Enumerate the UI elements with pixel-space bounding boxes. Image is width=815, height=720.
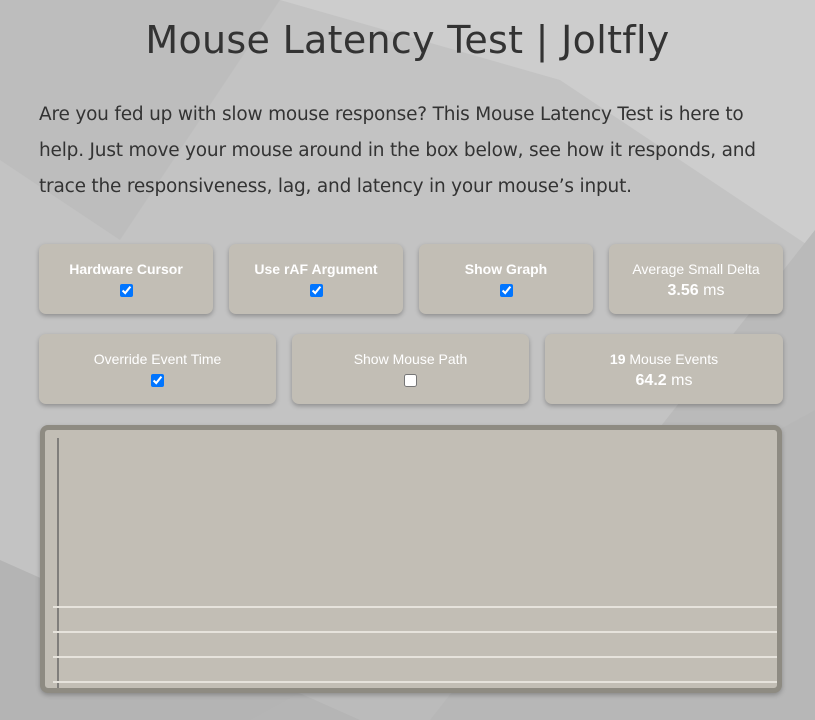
raf-argument-card[interactable]: Use rAF Argument [229,244,403,314]
average-small-delta-value: 3.56 ms [609,281,783,301]
mouse-test-area[interactable] [40,425,782,693]
show-graph-label: Show Graph [464,261,548,277]
mouse-events-text: Mouse Events [629,351,719,367]
show-graph-checkbox[interactable] [499,284,513,297]
mouse-events-card: 19 Mouse Events 64.2 ms [545,334,783,404]
average-small-delta-label: Average Small Delta [632,261,760,277]
override-event-time-checkbox[interactable] [151,374,164,387]
hardware-cursor-label: Hardware Cursor [69,261,183,277]
override-event-time-label: Override Event Time [93,351,222,367]
raf-argument-checkbox[interactable] [309,284,323,297]
show-mouse-path-label: Show Mouse Path [353,351,468,367]
mouse-events-number: 64.2 [635,372,667,389]
hardware-cursor-checkbox[interactable] [119,284,133,297]
mouse-events-unit: ms [671,372,693,389]
show-graph-card[interactable]: Show Graph [419,244,593,314]
mouse-events-label: 19 Mouse Events [545,351,783,367]
intro-paragraph: Are you fed up with slow mouse response?… [39,104,756,197]
show-mouse-path-checkbox[interactable] [404,374,417,387]
override-event-time-card[interactable]: Override Event Time [39,334,276,404]
average-small-delta-card: Average Small Delta 3.56 ms [609,244,783,314]
mouse-events-count: 19 [609,351,626,367]
latency-graph [53,438,777,688]
average-small-delta-number: 3.56 [667,282,699,299]
raf-argument-label: Use rAF Argument [254,261,378,277]
page-title: Mouse Latency Test | Joltfly [145,18,670,62]
mouse-events-value: 64.2 ms [545,371,783,391]
hardware-cursor-card[interactable]: Hardware Cursor [39,244,213,314]
show-mouse-path-card[interactable]: Show Mouse Path [292,334,529,404]
average-small-delta-unit: ms [703,282,725,299]
